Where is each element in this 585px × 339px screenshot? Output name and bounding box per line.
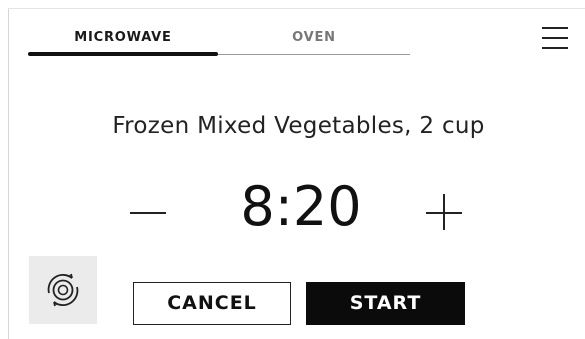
microwave-control-screen: MICROWAVE OVEN Frozen Mixed Vegetables, … <box>0 0 585 339</box>
cook-time-display: 8:20 <box>240 175 362 238</box>
plus-icon[interactable] <box>422 190 466 234</box>
minus-icon[interactable] <box>126 190 170 234</box>
mode-tabs: MICROWAVE OVEN <box>28 26 410 58</box>
active-tab-indicator <box>28 52 218 56</box>
tab-oven[interactable]: OVEN <box>218 26 410 50</box>
start-button[interactable]: START <box>306 282 465 325</box>
cancel-button[interactable]: CANCEL <box>133 282 291 325</box>
recipe-title: Frozen Mixed Vegetables, 2 cup <box>112 113 485 139</box>
hamburger-menu-icon[interactable] <box>540 24 570 52</box>
tab-microwave[interactable]: MICROWAVE <box>28 26 218 50</box>
frame-left-border <box>8 8 9 339</box>
turntable-rotate-icon <box>47 273 79 307</box>
turntable-button[interactable] <box>29 256 97 324</box>
frame-top-border <box>8 8 585 9</box>
